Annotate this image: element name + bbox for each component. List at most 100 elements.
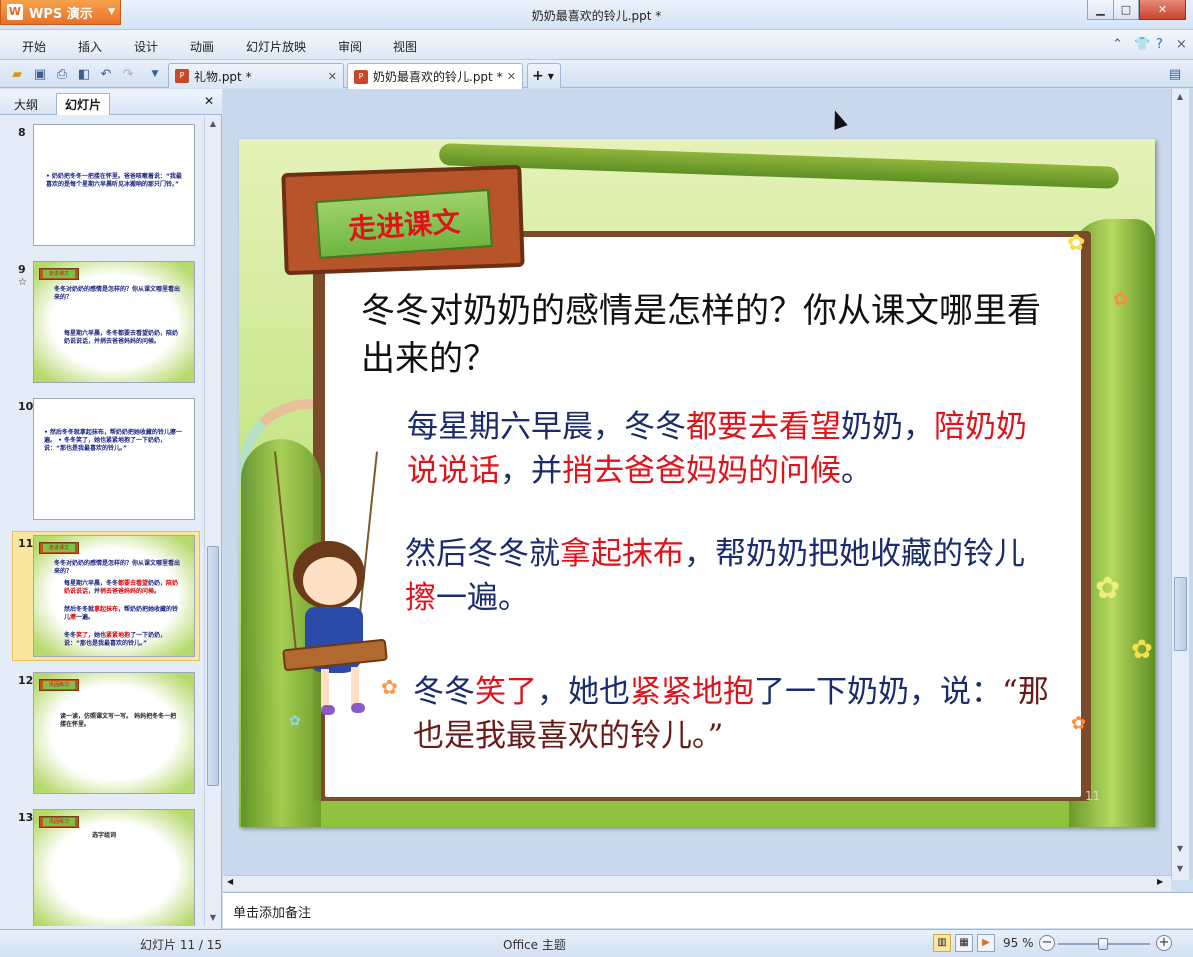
quick-toolbar: ▰ ▣ ⎙ ◧ ↶ ↷ ▼ P 礼物.ppt * ✕ P 奶奶最喜欢的铃儿.pp… (0, 60, 1193, 89)
zoom-slider-knob[interactable] (1098, 938, 1108, 950)
normal-view-icon[interactable]: ▥ (933, 934, 951, 952)
collapse-ribbon-icon[interactable]: ⌃ (1112, 37, 1123, 52)
zoom-in-icon[interactable]: + (1156, 935, 1172, 951)
undo-icon[interactable]: ↶ (97, 65, 115, 83)
thumbnail-scrollbar[interactable]: ▲ ▼ (204, 116, 221, 926)
girl-face (303, 557, 357, 605)
menu-view[interactable]: 视图 (393, 38, 417, 55)
slide-sorter-icon[interactable]: ▦ (955, 934, 973, 952)
slide-thumbnail-11[interactable]: 走进课文 冬冬对奶奶的感情是怎样的？你从课文哪里看出来的？ 每星期六早晨，冬冬都… (33, 535, 195, 657)
menu-review[interactable]: 审阅 (338, 38, 362, 55)
menu-slideshow[interactable]: 幻灯片放映 (246, 38, 306, 55)
editor-horizontal-scrollbar[interactable]: ◀ ▶ (223, 875, 1171, 891)
flower-icon: ✿ (1095, 571, 1121, 606)
slide-canvas[interactable]: 走进课文 冬冬对奶奶的感情是怎样的？你从课文哪里看出来的？ 每星期六早晨，冬冬都… (239, 139, 1155, 827)
flower-icon: ✿ (1071, 713, 1087, 734)
menu-insert[interactable]: 插入 (78, 38, 102, 55)
zoom-out-icon[interactable]: − (1039, 935, 1055, 951)
slide-counter: 幻灯片 11 / 15 (140, 938, 223, 952)
tab-document-2[interactable]: P 奶奶最喜欢的铃儿.ppt * ✕ (347, 63, 523, 89)
next-slide-icon[interactable]: ▼ (1172, 861, 1188, 876)
title-sign: 走进课文 (281, 164, 525, 276)
slides-panel: 大纲 幻灯片 ✕ 8 • 奶奶把冬冬一把搂在怀里。爸爸咳嗽着说：“我最喜欢的是每… (0, 89, 222, 929)
slide-thumbnail-12[interactable]: 巩固练习 读一读，仿照课文写一写。 妈妈把冬冬一把搂在怀里。 (33, 672, 195, 794)
tab-label: 奶奶最喜欢的铃儿.ppt * (373, 70, 503, 84)
tab-document-1[interactable]: P 礼物.ppt * ✕ (168, 63, 344, 88)
thumbnail-number: 10 (18, 400, 34, 413)
tab-slides[interactable]: 幻灯片 (56, 93, 111, 115)
customize-toolbar-icon[interactable]: ▼ (146, 65, 164, 83)
new-tab-button[interactable]: + ▼ (527, 63, 561, 88)
slide-thumbnail-10[interactable]: • 然后冬冬就拿起抹布，帮奶奶把她收藏的铃儿擦一遍。 • 冬冬笑了，她也紧紧地抱… (33, 398, 195, 520)
thumbnail-banner: 走进课文 (39, 268, 79, 280)
thumbnail-banner: 巩固练习 (39, 679, 79, 691)
paragraph-2: 然后冬冬就拿起抹布，帮奶奶把她收藏的铃儿擦一遍。 (405, 536, 1025, 616)
flower-icon: ✿ (1131, 635, 1153, 665)
panel-tabs: 大纲 幻灯片 ✕ (0, 89, 222, 115)
tab-outline[interactable]: 大纲 (6, 93, 46, 115)
flower-icon: ✿ (381, 675, 398, 699)
minimize-button[interactable]: ▁ (1087, 0, 1114, 20)
flower-icon: ✿ (289, 713, 301, 729)
scroll-up-icon[interactable]: ▲ (205, 116, 221, 131)
thumbnail-number: 8 (18, 126, 26, 139)
slideshow-icon[interactable]: ▶ (977, 934, 995, 952)
tab-label: 礼物.ppt * (194, 69, 252, 84)
open-icon[interactable]: ▰ (8, 65, 26, 83)
skin-icon[interactable]: 👕 (1134, 37, 1150, 52)
status-bar: 幻灯片 11 / 15 Office 主题 ▥ ▦ ▶ 95 % − + (0, 929, 1193, 957)
slide-question: 冬冬对奶奶的感情是怎样的？你从课文哪里看出来的？ (361, 291, 1041, 379)
window-list-icon[interactable]: ▤ (1166, 65, 1184, 83)
slide-thumbnail-8[interactable]: • 奶奶把冬冬一把搂在怀里。爸爸咳嗽着说：“我最喜欢的是每个星期六早晨听见冰搬响… (33, 124, 195, 246)
print-preview-icon[interactable]: ◧ (75, 65, 93, 83)
maximize-button[interactable]: □ (1113, 0, 1139, 20)
scroll-right-icon[interactable]: ▶ (1157, 877, 1163, 886)
title-bar: W WPS 演示 ▼ 奶奶最喜欢的铃儿.ppt * ▁ □ ✕ (0, 0, 1193, 30)
flower-icon: ✿ (1113, 289, 1129, 310)
scroll-down-icon[interactable]: ▼ (205, 910, 221, 925)
scroll-down-icon[interactable]: ▼ (1172, 841, 1188, 856)
thumbnail-number: 11 (18, 537, 34, 550)
thumbnail-banner: 走进课文 (39, 542, 79, 554)
close-panel-icon[interactable]: ✕ (204, 94, 214, 108)
paragraph-1: 每星期六早晨，冬冬都要去看望奶奶，陪奶奶说说话，并捎去爸爸妈妈的问候。 (407, 409, 1027, 489)
thumbnail-banner: 巩固练习 (39, 816, 79, 828)
thumbnail-number: 13 (18, 811, 34, 824)
window-title: 奶奶最喜欢的铃儿.ppt * (531, 9, 662, 23)
scrollbar-thumb[interactable] (1174, 577, 1187, 651)
scroll-left-icon[interactable]: ◀ (227, 877, 233, 886)
thumbnail-text: 选字组词 (92, 832, 117, 839)
thumbnail-text: 冬冬笑了，她也紧紧地抱了一下奶奶，说：“那也是我最喜欢的铃儿。” (64, 632, 167, 647)
ppt-file-icon: P (354, 69, 368, 84)
menu-home[interactable]: 开始 (22, 38, 46, 55)
slide-thumbnail-13[interactable]: 巩固练习 选字组词 (33, 809, 195, 926)
close-icon[interactable]: ✕ (507, 70, 516, 83)
close-icon[interactable]: ✕ (328, 70, 337, 83)
notes-placeholder: 单击添加备注 (233, 906, 312, 921)
notes-pane[interactable]: 单击添加备注 (223, 892, 1193, 928)
scrollbar-thumb[interactable] (207, 546, 219, 786)
thumbnail-text: • 然后冬冬就拿起抹布，帮奶奶把她收藏的铃儿擦一遍。 • 冬冬笑了，她也紧紧地抱… (44, 429, 182, 452)
slide-thumbnail-9[interactable]: 走进课文 冬冬对奶奶的感情是怎样的？你从课文哪里看出来的？ 每星期六早晨，冬冬都… (33, 261, 195, 383)
redo-icon[interactable]: ↷ (119, 65, 137, 83)
scroll-up-icon[interactable]: ▲ (1172, 89, 1188, 104)
close-window-button[interactable]: ✕ (1139, 0, 1186, 20)
chevron-down-icon: ▼ (547, 71, 554, 81)
thumbnail-text: 每星期六早晨，冬冬都要去看望奶奶，陪奶奶说说话，并捎去爸爸妈妈的问候。 (64, 580, 179, 595)
thumbnail-number: 12 (18, 674, 34, 687)
menu-bar: 开始 插入 设计 动画 幻灯片放映 审阅 视图 ⌃ 👕 ? × (0, 30, 1193, 60)
menu-animation[interactable]: 动画 (190, 38, 214, 55)
menu-design[interactable]: 设计 (134, 38, 158, 55)
thumbnail-list: 8 • 奶奶把冬冬一把搂在怀里。爸爸咳嗽着说：“我最喜欢的是每个星期六早晨听见冰… (0, 116, 204, 926)
girl-shoe (351, 703, 365, 713)
zoom-level: 95 % (1003, 936, 1034, 950)
slide-banner-title: 走进课文 (347, 205, 462, 246)
close-ribbon-icon[interactable]: × (1176, 37, 1187, 52)
thumbnail-text: 冬冬对奶奶的感情是怎样的？你从课文哪里看出来的？ (54, 560, 181, 575)
save-icon[interactable]: ▣ (31, 65, 49, 83)
girl-shoe (321, 705, 335, 715)
help-icon[interactable]: ? (1156, 37, 1163, 52)
editor-vertical-scrollbar[interactable]: ▲ ▼ ▼ (1171, 89, 1189, 880)
print-icon[interactable]: ⎙ (53, 65, 71, 83)
thumbnail-text: 然后冬冬就拿起抹布，帮奶奶把她收藏的铃儿擦一遍。 (64, 606, 179, 621)
